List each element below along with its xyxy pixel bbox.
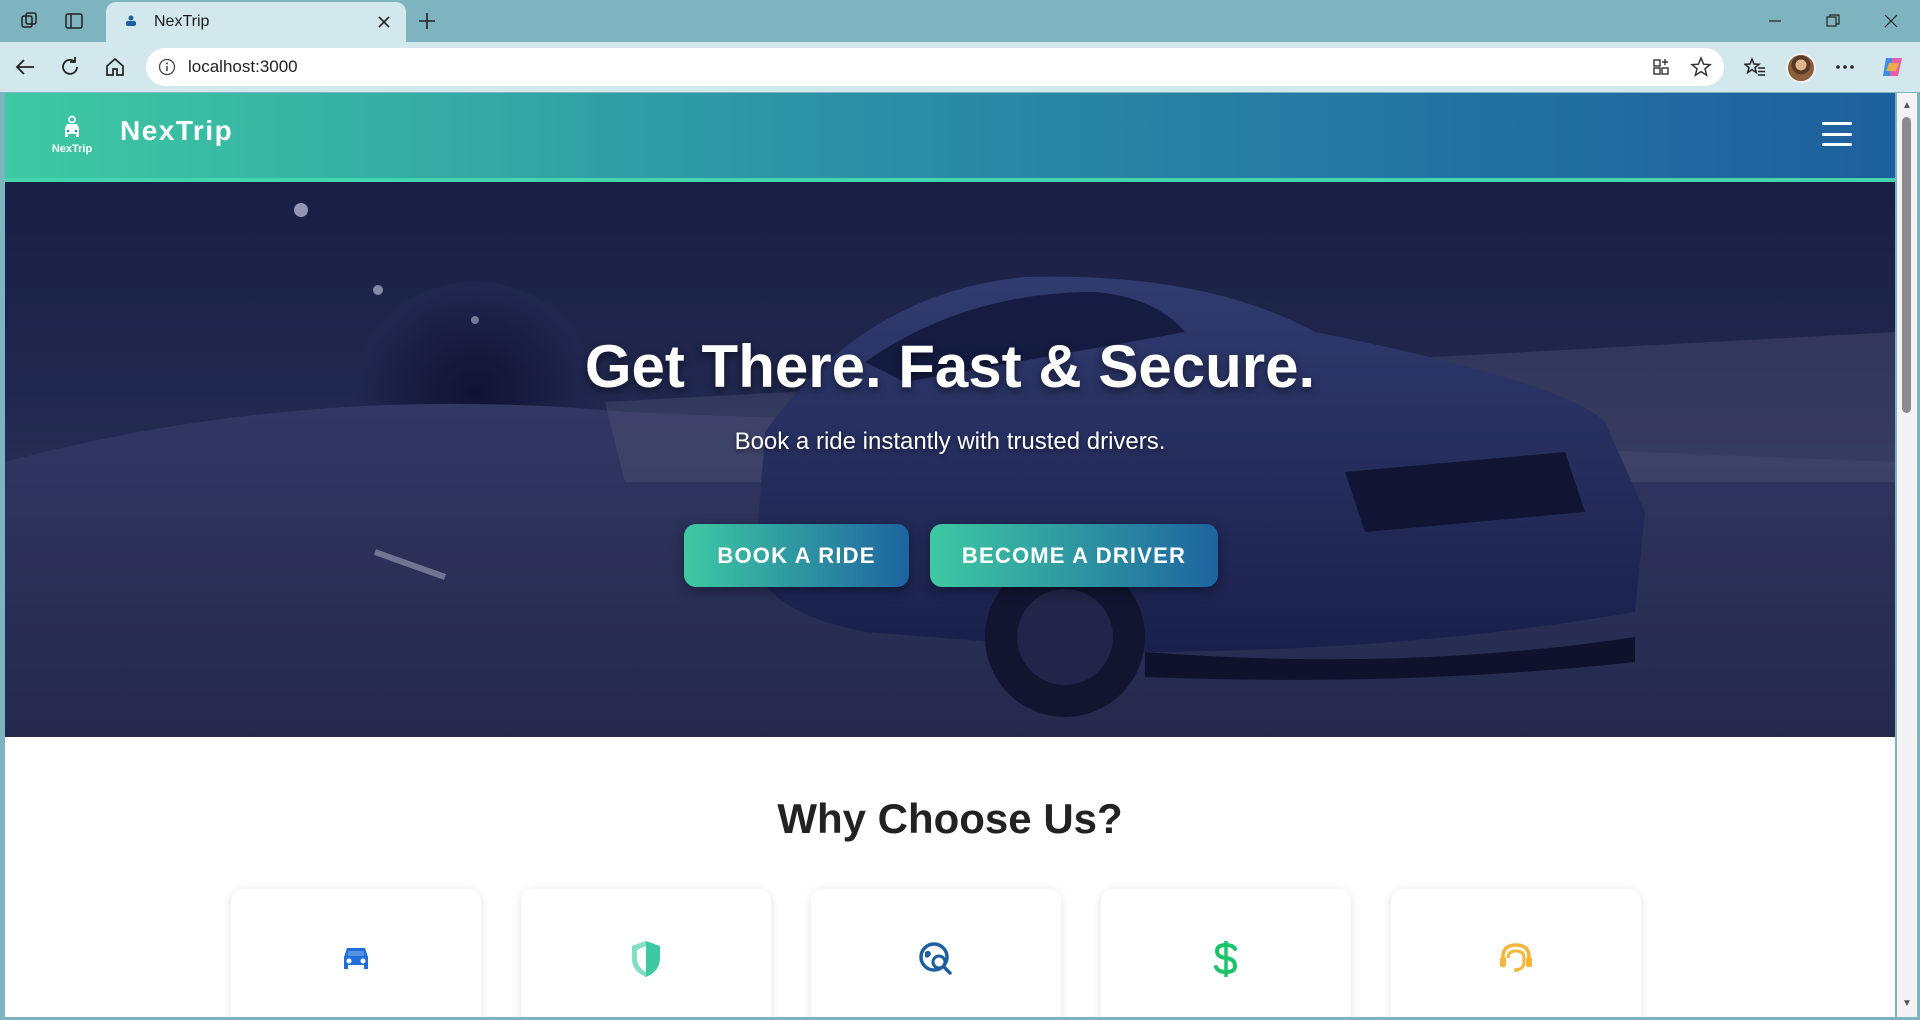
url-text: localhost:3000	[188, 57, 298, 76]
feature-card[interactable]	[1101, 889, 1351, 1017]
page-scrollbar[interactable]: ▲ ▼	[1897, 93, 1917, 1017]
more-options-icon[interactable]	[1830, 52, 1860, 82]
location-search-icon	[916, 939, 956, 979]
dollar-icon	[1206, 939, 1246, 979]
favorite-star-icon[interactable]	[1686, 52, 1716, 82]
hamburger-menu-icon[interactable]	[1822, 122, 1852, 146]
hero-overlay	[5, 182, 1895, 737]
browser-tab[interactable]: NexTrip	[106, 2, 406, 42]
scrollbar-thumb[interactable]	[1902, 117, 1911, 413]
copilot-icon[interactable]	[1878, 52, 1908, 82]
feature-card[interactable]	[231, 889, 481, 1017]
home-icon[interactable]	[100, 52, 130, 82]
new-tab-icon[interactable]	[414, 8, 440, 34]
book-ride-button[interactable]: BOOK A RIDE	[684, 524, 909, 587]
hero-title: Get There. Fast & Secure.	[584, 333, 1316, 400]
browser-tab-bar: NexTrip	[0, 0, 1920, 42]
workspaces-icon[interactable]	[17, 8, 43, 34]
close-window-icon[interactable]	[1868, 8, 1914, 34]
car-driver-logo-icon	[65, 115, 79, 137]
back-icon[interactable]	[10, 52, 40, 82]
hero-section: Get There. Fast & Secure. Book a ride in…	[5, 182, 1895, 737]
site-info-icon[interactable]	[158, 58, 176, 76]
brand-name[interactable]: NexTrip	[120, 115, 233, 147]
site-header: NexTrip NexTrip	[5, 93, 1895, 182]
logo-text: NexTrip	[51, 143, 93, 155]
refresh-icon[interactable]	[55, 52, 85, 82]
favorites-icon[interactable]	[1740, 52, 1770, 82]
close-tab-icon[interactable]	[374, 12, 394, 32]
profile-avatar[interactable]	[1786, 53, 1816, 83]
shield-icon	[626, 939, 666, 979]
browser-toolbar: localhost:3000	[0, 42, 1920, 92]
hero-subtitle: Book a ride instantly with trusted drive…	[734, 428, 1166, 455]
support-agent-icon	[1496, 939, 1536, 979]
become-driver-button[interactable]: BECOME A DRIVER	[930, 524, 1218, 587]
feature-card[interactable]	[1391, 889, 1641, 1017]
site-logo[interactable]: NexTrip	[41, 107, 103, 163]
minimize-icon[interactable]	[1752, 8, 1798, 34]
scroll-down-arrow-icon[interactable]: ▼	[1901, 997, 1913, 1009]
feature-card[interactable]	[811, 889, 1061, 1017]
web-page: NexTrip NexTrip Get There. Fast & Secure…	[5, 93, 1895, 1017]
restore-icon[interactable]	[1810, 8, 1856, 34]
feature-card[interactable]	[521, 889, 771, 1017]
scroll-up-arrow-icon[interactable]: ▲	[1901, 99, 1913, 111]
address-bar[interactable]: localhost:3000	[146, 48, 1724, 86]
car-icon	[336, 939, 376, 979]
tab-title: NexTrip	[154, 13, 210, 30]
vertical-tabs-icon[interactable]	[61, 8, 87, 34]
why-choose-us-heading: Why Choose Us?	[777, 795, 1123, 842]
app-available-icon[interactable]	[1646, 52, 1676, 82]
nextrip-favicon-icon	[126, 15, 136, 26]
